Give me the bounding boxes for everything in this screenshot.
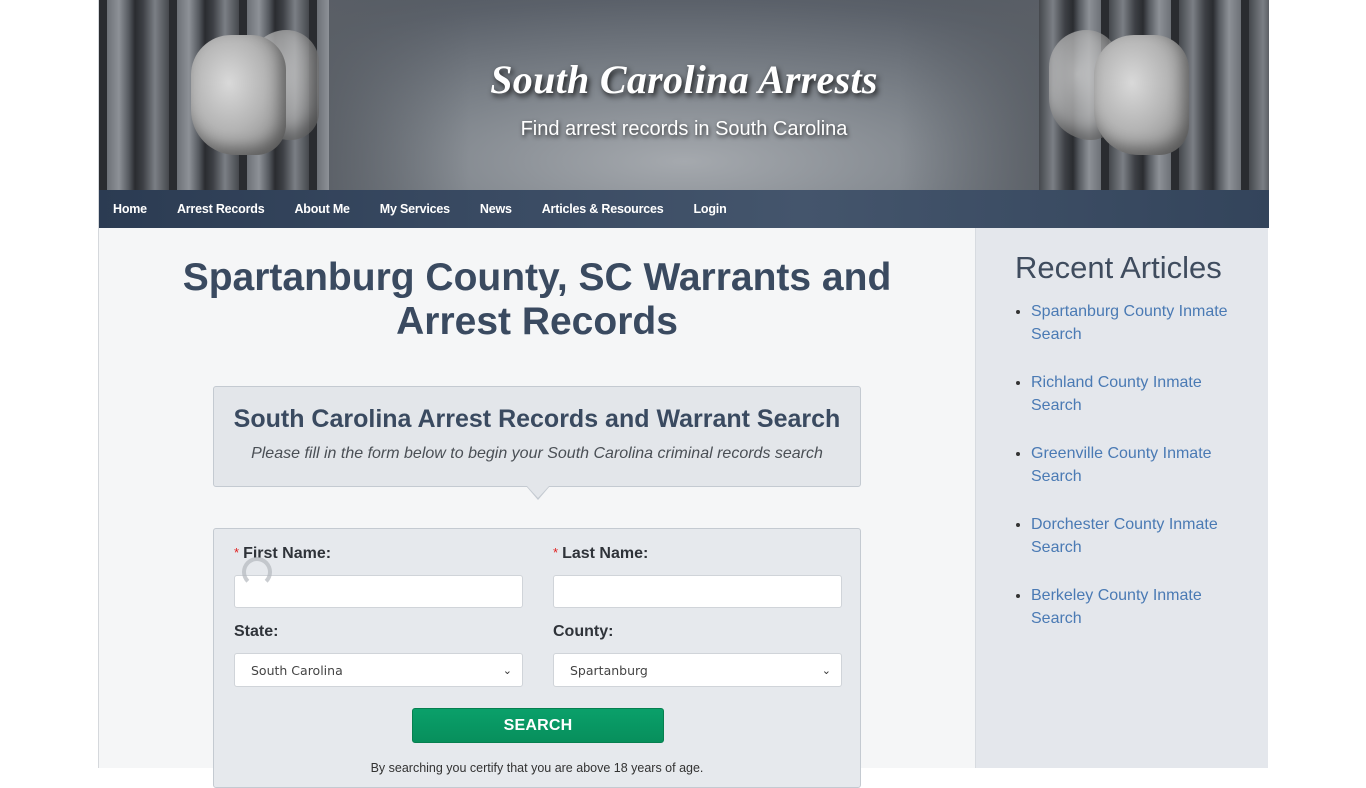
recent-articles-title: Recent Articles [1015,250,1222,285]
nav-home[interactable]: Home [113,202,147,216]
header-banner: South Carolina Arrests Find arrest recor… [99,0,1269,190]
site-subtitle: Find arrest records in South Carolina [520,118,848,140]
search-form: * First Name: * Last Name: State: South Ca… [213,528,861,788]
chevron-down-icon: ⌄ [502,663,512,677]
required-marker: * [553,545,559,560]
list-item: Berkeley County Inmate Search [1031,584,1251,630]
article-link-greenville[interactable]: Greenville County Inmate Search [1031,445,1212,485]
search-intro-title: South Carolina Arrest Records and Warran… [233,405,841,433]
article-link-berkeley[interactable]: Berkeley County Inmate Search [1031,587,1202,627]
state-select[interactable]: South Carolina ⌄ [234,653,523,687]
last-name-input[interactable] [553,575,842,608]
callout-pointer [527,486,549,498]
nav-about-me[interactable]: About Me [294,202,350,216]
loading-spinner-icon [242,557,272,587]
first-name-input[interactable] [234,575,523,608]
last-name-label: * Last Name: [553,545,649,562]
nav-arrest-records[interactable]: Arrest Records [177,202,265,216]
nav-news[interactable]: News [480,202,512,216]
article-link-dorchester[interactable]: Dorchester County Inmate Search [1031,516,1218,556]
nav-login[interactable]: Login [694,202,727,216]
last-name-field: * Last Name: [553,545,842,608]
county-select[interactable]: Spartanburg ⌄ [553,653,842,687]
age-certification-text: By searching you certify that you are ab… [370,761,704,775]
required-marker: * [234,545,240,560]
list-item: Spartanburg County Inmate Search [1031,300,1251,346]
search-intro-box: South Carolina Arrest Records and Warran… [213,386,861,500]
page-container: South Carolina Arrests Find arrest recor… [98,0,1269,788]
nav-articles-resources[interactable]: Articles & Resources [542,202,664,216]
list-item: Richland County Inmate Search [1031,371,1251,417]
state-label: State: [234,623,279,640]
recent-articles-list: Spartanburg County Inmate Search Richlan… [1015,300,1251,655]
nav-my-services[interactable]: My Services [380,202,450,216]
state-selected-value: South Carolina [251,662,343,678]
sidebar: Recent Articles Spartanburg County Inmat… [975,228,1268,768]
state-field: State: South Carolina ⌄ [234,623,523,687]
first-name-label: * First Name: [234,545,332,562]
search-intro-subtitle: Please fill in the form below to begin y… [251,445,823,462]
county-field: County: Spartanburg ⌄ [553,623,842,687]
list-item: Greenville County Inmate Search [1031,442,1251,488]
site-title[interactable]: South Carolina Arrests [99,56,1269,103]
chevron-down-icon: ⌄ [821,663,831,677]
search-button[interactable]: SEARCH [412,708,664,743]
county-label: County: [553,623,614,640]
article-link-richland[interactable]: Richland County Inmate Search [1031,374,1202,414]
list-item: Dorchester County Inmate Search [1031,513,1251,559]
page-title: Spartanburg County, SC Warrants and Arre… [182,256,892,343]
main-content: Spartanburg County, SC Warrants and Arre… [99,228,975,788]
county-selected-value: Spartanburg [570,662,648,678]
main-nav: Home Arrest Records About Me My Services… [99,190,1269,228]
article-link-spartanburg[interactable]: Spartanburg County Inmate Search [1031,303,1228,343]
first-name-field: * First Name: [234,545,523,608]
